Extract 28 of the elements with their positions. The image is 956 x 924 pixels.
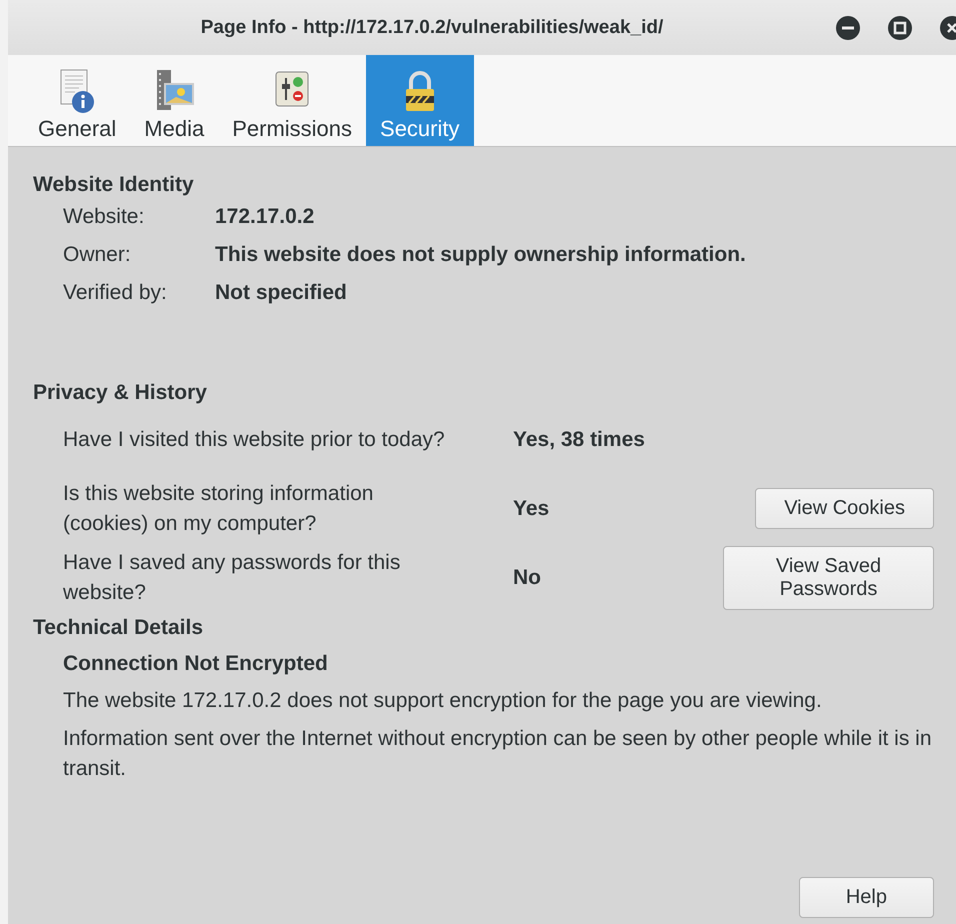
tab[interactable]: Security <box>366 55 474 146</box>
description-text: The website 172.17.0.2 does not support encryption for the page you are viewing. <box>62 688 823 714</box>
tab[interactable]: Permissions <box>218 55 366 146</box>
answer-text: Yes <box>513 496 550 520</box>
field-label: Website: <box>63 205 146 229</box>
question-text: Is this website storing information (cookies) on my computer? <box>63 480 374 536</box>
answer-text: Yes, 38 times <box>513 428 646 452</box>
question-text: Have I visited this website prior to today? <box>63 426 446 452</box>
description-text: Information sent over the Internet without encryption can be seen by other people while it is in transit. <box>62 726 933 782</box>
maximize-icon[interactable] <box>888 16 912 40</box>
connection-status: Connection Not Encrypted <box>62 652 329 676</box>
question-text: Have I saved any passwords for this website? <box>63 550 402 606</box>
minimize-icon[interactable] <box>836 16 860 40</box>
answer-text: No <box>513 566 542 590</box>
section-heading: Website Identity <box>33 173 195 197</box>
window-title: Page Info - http://172.17.0.2/vulnerabilities/weak_id/ <box>200 16 664 38</box>
field-value: Not specified <box>215 281 348 305</box>
field-label: Verified by: <box>63 281 168 305</box>
dialog-button[interactable]: View Cookies <box>755 488 934 529</box>
help-button[interactable]: Help <box>798 877 934 918</box>
section-heading: Privacy & History <box>33 381 208 405</box>
field-label: Owner: <box>63 243 132 267</box>
section-heading: Technical Details <box>33 616 204 640</box>
dialog-button[interactable]: View Saved Passwords <box>723 546 934 610</box>
tab[interactable]: Media <box>130 55 218 146</box>
tab[interactable]: General <box>24 55 130 146</box>
field-value: This website does not supply ownership information. <box>215 243 747 267</box>
field-value: 172.17.0.2 <box>215 205 316 229</box>
